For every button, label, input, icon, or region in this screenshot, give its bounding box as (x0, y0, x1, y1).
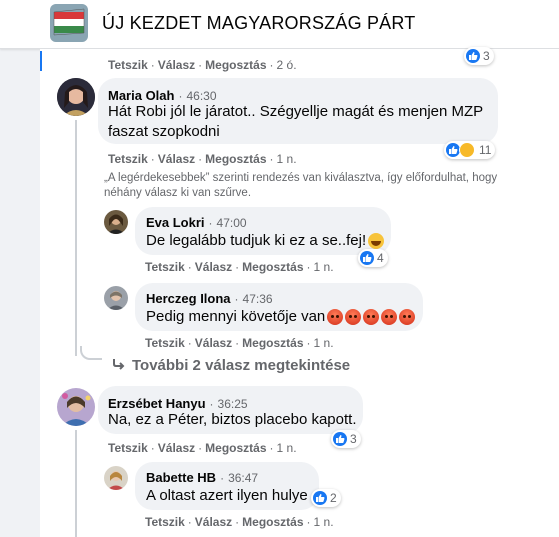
like-button[interactable]: Tetszik (108, 152, 148, 166)
comment-bubble: Maria Olah · 46:30 Hát Robi jól le járatot… (98, 78, 498, 144)
comment-time[interactable]: 2 ó. (277, 58, 297, 72)
like-button[interactable]: Tetszik (108, 441, 148, 455)
more-replies-link[interactable]: További 2 válasz megtekintése (112, 357, 350, 374)
laughing-emoji-icon (368, 233, 385, 250)
scroll-indicator (40, 51, 42, 71)
comment-time[interactable]: 1 n. (277, 441, 297, 455)
share-button[interactable]: Megosztás (205, 152, 266, 166)
comment-bubble: Herczeg Ilona · 47:36 Pedig mennyi követőj… (135, 283, 423, 331)
comment-timestamp[interactable]: 36:25 (218, 397, 248, 411)
reaction-count[interactable]: 3 (464, 47, 494, 65)
comment-bubble: Eva Lokri · 47:00 De legalább tudjuk ki ez… (135, 207, 391, 255)
comment-text: Hát Robi jól le járatot.. Szégyellje mag… (108, 103, 484, 140)
like-reaction-icon (446, 143, 460, 157)
share-button[interactable]: Megosztás (242, 515, 303, 529)
comment-author[interactable]: Erzsébet Hanyu (108, 396, 206, 411)
comment-text: Na, ez a Péter, biztos placebo kapott. (108, 411, 357, 428)
reaction-count[interactable]: 11 (444, 141, 496, 159)
like-button[interactable]: Tetszik (108, 58, 148, 72)
reaction-count[interactable]: 4 (358, 249, 388, 267)
comment-text: A oltast azert ilyen hulye (146, 487, 308, 504)
comment-author[interactable]: Herczeg Ilona (146, 291, 231, 306)
comment-actions: Tetszik · Válasz · Megosztás · 1 n. (145, 336, 334, 350)
angry-emoji-icon (381, 309, 398, 326)
reply-arrow-icon (112, 357, 126, 374)
like-reaction-icon (360, 251, 374, 265)
comment-bubble: Erzsébet Hanyu · 36:25 Na, ez a Péter, biz… (98, 386, 363, 434)
reply-button[interactable]: Válasz (195, 260, 232, 274)
comment-author[interactable]: Maria Olah (108, 88, 174, 103)
comment-actions: Tetszik · Válasz · Megosztás · 1 n. (145, 260, 334, 274)
angry-emoji-icon (399, 309, 416, 326)
like-reaction-icon (333, 432, 347, 446)
page-avatar[interactable] (50, 4, 88, 42)
comment-time[interactable]: 1 n. (314, 336, 334, 350)
angry-emoji-icon (345, 309, 362, 326)
reaction-count[interactable]: 2 (311, 489, 341, 507)
avatar[interactable] (57, 78, 95, 116)
comment-timestamp[interactable]: 36:47 (228, 471, 258, 485)
comment-timestamp[interactable]: 47:36 (243, 292, 273, 306)
comment-actions: Tetszik · Válasz · Megosztás · 1 n. (108, 152, 297, 166)
reply-button[interactable]: Válasz (158, 58, 195, 72)
share-button[interactable]: Megosztás (242, 260, 303, 274)
comment-time[interactable]: 1 n. (314, 515, 334, 529)
comment-actions: Tetszik · Válasz · Megosztás · 1 n. (108, 441, 297, 455)
like-button[interactable]: Tetszik (145, 515, 185, 529)
share-button[interactable]: Megosztás (205, 441, 266, 455)
share-button[interactable]: Megosztás (205, 58, 266, 72)
comment-author[interactable]: Babette HB (146, 470, 216, 485)
avatar[interactable] (104, 210, 128, 234)
comment-author[interactable]: Eva Lokri (146, 215, 205, 230)
angry-emoji-icon (363, 309, 380, 326)
like-button[interactable]: Tetszik (145, 336, 185, 350)
like-button[interactable]: Tetszik (145, 260, 185, 274)
comment-timestamp[interactable]: 47:00 (217, 216, 247, 230)
like-reaction-icon (466, 49, 480, 63)
comment-text: Pedig mennyi követője van (146, 307, 416, 327)
thread-line (75, 120, 77, 356)
comment-actions: Tetszik · Válasz · Megosztás · 1 n. (145, 515, 334, 529)
avatar[interactable] (57, 388, 95, 426)
page-title[interactable]: ÚJ KEZDET MAGYARORSZÁG PÁRT (102, 13, 415, 34)
comment-actions: Tetszik · Válasz · Megosztás · 2 ó. (108, 58, 297, 72)
thread-connector (80, 346, 102, 360)
reply-button[interactable]: Válasz (195, 336, 232, 350)
share-button[interactable]: Megosztás (242, 336, 303, 350)
reply-button[interactable]: Válasz (158, 441, 195, 455)
comment-timestamp[interactable]: 46:30 (186, 89, 216, 103)
comment-text: De legalább tudjuk ki ez a se..fej! (146, 231, 385, 251)
reply-button[interactable]: Válasz (158, 152, 195, 166)
reply-button[interactable]: Válasz (195, 515, 232, 529)
comment-time[interactable]: 1 n. (277, 152, 297, 166)
avatar[interactable] (104, 286, 128, 310)
like-reaction-icon (313, 491, 327, 505)
reaction-count[interactable]: 3 (331, 430, 361, 448)
page-header: ÚJ KEZDET MAGYARORSZÁG PÁRT (0, 0, 559, 49)
sort-notice: „A legérdekesebbek” szerinti rendezés va… (104, 172, 498, 199)
wow-reaction-icon (459, 142, 475, 158)
avatar[interactable] (104, 466, 128, 490)
thread-line (75, 430, 77, 537)
comment-bubble: Babette HB · 36:47 A oltast azert ilyen hu… (135, 462, 319, 510)
comment-time[interactable]: 1 n. (314, 260, 334, 274)
angry-emoji-icon (327, 309, 344, 326)
